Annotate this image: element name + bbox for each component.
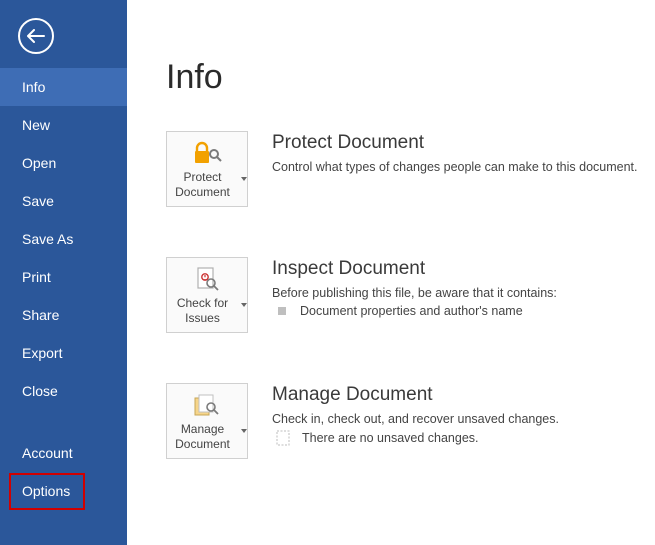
section-desc: Check in, check out, and recover unsaved… — [272, 412, 559, 426]
page-title: Info — [166, 58, 655, 97]
backstage-sidebar: Info New Open Save Save As Print Share E… — [0, 0, 127, 545]
tile-label: Manage Document — [167, 422, 238, 451]
nav-label: Open — [22, 155, 56, 171]
nav-label: Options — [22, 483, 70, 499]
nav-label: Share — [22, 307, 59, 323]
nav-label: Close — [22, 383, 58, 399]
chevron-down-icon — [241, 429, 247, 433]
protect-document-button[interactable]: Protect Document — [166, 131, 248, 207]
section-inspect: Check for Issues Inspect Document Before… — [166, 257, 655, 333]
section-protect: Protect Document Protect Document Contro… — [166, 131, 655, 207]
nav-info[interactable]: Info — [0, 68, 127, 106]
nav-export[interactable]: Export — [0, 334, 127, 372]
nav-label: Print — [22, 269, 51, 285]
tile-label: Protect Document — [167, 170, 238, 199]
bullet-icon — [278, 307, 286, 315]
nav-save-as[interactable]: Save As — [0, 220, 127, 258]
nav-save[interactable]: Save — [0, 182, 127, 220]
nav-new[interactable]: New — [0, 106, 127, 144]
inspect-icon — [193, 265, 221, 293]
section-desc: Before publishing this file, be aware th… — [272, 286, 557, 300]
section-desc: Control what types of changes people can… — [272, 160, 638, 174]
section-title: Inspect Document — [272, 258, 557, 280]
nav-label: Account — [22, 445, 73, 461]
nav-print[interactable]: Print — [0, 258, 127, 296]
section-title: Protect Document — [272, 132, 638, 154]
page-icon — [276, 430, 290, 446]
documents-icon — [192, 391, 222, 419]
nav-options[interactable]: Options — [0, 472, 127, 510]
nav-label: Save — [22, 193, 54, 209]
status-text: There are no unsaved changes. — [302, 431, 479, 445]
nav-label: New — [22, 117, 50, 133]
manage-document-button[interactable]: Manage Document — [166, 383, 248, 459]
check-for-issues-button[interactable]: Check for Issues — [166, 257, 248, 333]
nav-close[interactable]: Close — [0, 372, 127, 410]
back-button[interactable] — [18, 18, 54, 54]
nav-label: Export — [22, 345, 62, 361]
status-row: There are no unsaved changes. — [272, 430, 559, 446]
nav-open[interactable]: Open — [0, 144, 127, 182]
arrow-left-icon — [27, 29, 45, 43]
bullet-text: Document properties and author's name — [300, 304, 523, 318]
bullet-item: Document properties and author's name — [272, 304, 557, 318]
chevron-down-icon — [241, 177, 247, 181]
section-title: Manage Document — [272, 384, 559, 406]
tile-label: Check for Issues — [167, 296, 238, 325]
nav-label: Save As — [22, 231, 73, 247]
content-area: Info Protect Document Protect Document C… — [127, 0, 655, 545]
nav-label: Info — [22, 79, 45, 95]
nav-share[interactable]: Share — [0, 296, 127, 334]
section-manage: Manage Document Manage Document Check in… — [166, 383, 655, 459]
nav-account[interactable]: Account — [0, 434, 127, 472]
chevron-down-icon — [241, 303, 247, 307]
lock-key-icon — [192, 139, 222, 167]
